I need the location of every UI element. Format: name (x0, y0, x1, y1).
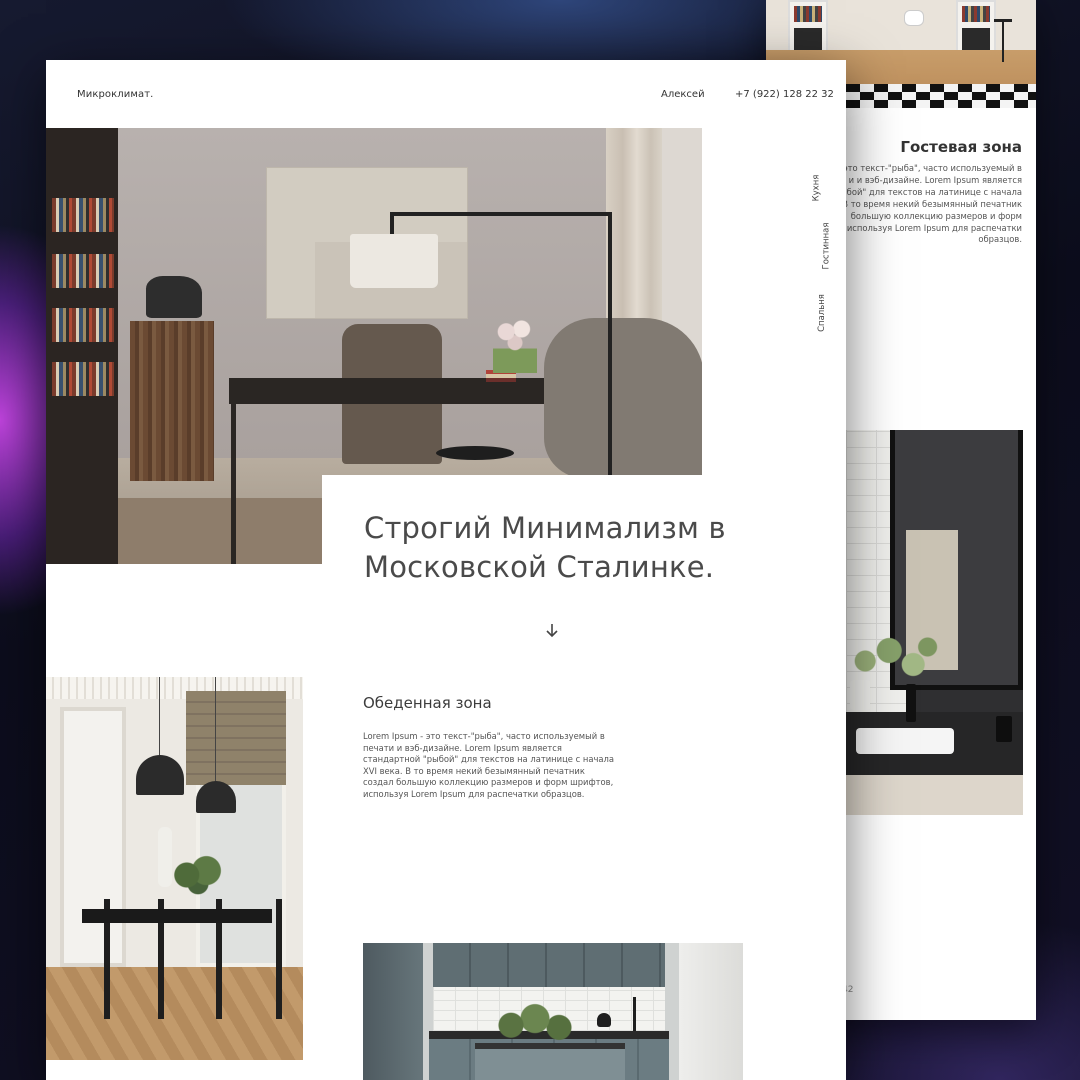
kitchen-island (475, 1043, 625, 1080)
floor-lamp (994, 19, 1012, 62)
upper-cabinets (433, 943, 665, 987)
bathroom-photo (846, 430, 1023, 815)
flower-vase (493, 318, 537, 373)
dining-table (82, 909, 272, 923)
side-nav-kitchen[interactable]: Кухня (803, 160, 823, 210)
dining-zone-title: Обеденная зона (363, 694, 492, 712)
faucet (633, 997, 636, 1031)
logo[interactable]: Микроклимат. (77, 89, 153, 100)
stool (904, 10, 924, 26)
side-nav-living-room-label: Гостинная (821, 222, 832, 270)
side-nav-kitchen-label: Кухня (811, 174, 822, 202)
side-table (436, 446, 514, 460)
side-nav-bedroom[interactable]: Спальня (803, 285, 827, 335)
dining-zone-text: Lorem Ipsum - это текст-"рыба", часто ис… (363, 731, 615, 799)
shelf-left (788, 0, 828, 55)
desk (229, 378, 577, 404)
side-nav-bedroom-label: Спальня (816, 294, 827, 332)
dining-room-photo (46, 677, 303, 1060)
bookshelf (46, 128, 118, 564)
pendant-lamp (196, 781, 236, 813)
phone-link[interactable]: +7 (922) 128 22 32 (735, 89, 834, 100)
wood-pedestal (130, 321, 214, 481)
side-nav-living-room[interactable]: Гостинная (803, 213, 831, 273)
hero-title: Строгий Минимализм в Московской Сталинке… (364, 511, 726, 584)
armchair (544, 318, 702, 478)
shelf-right (956, 0, 996, 55)
front-page: Микроклимат. Алексей +7 (922) 128 22 32 … (46, 60, 846, 1080)
plant (487, 1001, 583, 1045)
pendant-lamp (136, 755, 184, 795)
sink (856, 728, 954, 754)
roman-blind (186, 691, 286, 785)
user-name-link[interactable]: Алексей (661, 89, 705, 100)
side-nav: Кухня Гостинная Спальня (803, 155, 831, 345)
horse-sculpture (146, 276, 202, 318)
kettle (597, 1013, 611, 1027)
arrow-down-icon[interactable] (542, 620, 562, 640)
plant (170, 853, 226, 897)
kitchen-photo (363, 943, 743, 1080)
floor-lamp (350, 234, 438, 288)
striped-rug (846, 84, 1036, 108)
